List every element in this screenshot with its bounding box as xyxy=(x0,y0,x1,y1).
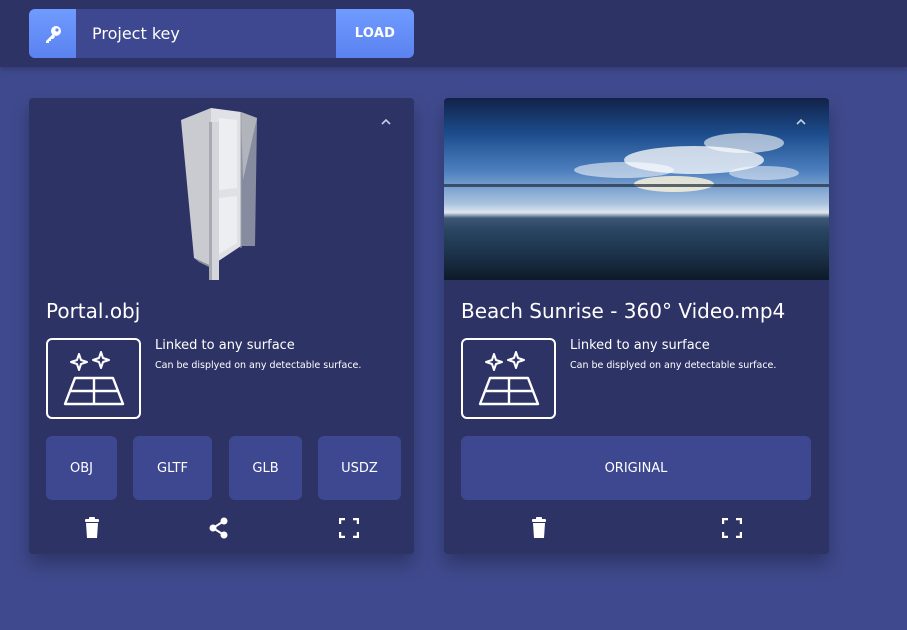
fullscreen-icon[interactable] xyxy=(338,517,360,539)
load-button[interactable]: LOAD xyxy=(336,9,414,58)
chevron-up-icon[interactable] xyxy=(379,117,393,127)
format-button-obj[interactable]: OBJ xyxy=(46,436,117,500)
fullscreen-icon[interactable] xyxy=(721,517,743,539)
surface-title: Linked to any surface xyxy=(155,338,295,353)
asset-title: Beach Sunrise - 360° Video.mp4 xyxy=(461,299,786,323)
format-button-gltf[interactable]: GLTF xyxy=(133,436,212,500)
format-button-original[interactable]: ORIGINAL xyxy=(461,436,811,500)
portal-model-image xyxy=(181,108,257,280)
trash-icon[interactable] xyxy=(528,517,550,539)
top-bar: LOAD xyxy=(0,0,907,67)
format-button-glb[interactable]: GLB xyxy=(229,436,302,500)
surface-grid-icon xyxy=(478,350,539,405)
surface-badge xyxy=(461,338,556,419)
project-key-input[interactable] xyxy=(76,9,336,58)
surface-badge xyxy=(46,338,141,419)
surface-title: Linked to any surface xyxy=(570,338,710,353)
key-icon xyxy=(29,9,76,58)
asset-card-beach: Beach Sunrise - 360° Video.mp4 Linked to… xyxy=(444,98,829,554)
surface-description: Can be displyed on any detectable surfac… xyxy=(570,360,777,371)
share-icon[interactable] xyxy=(208,517,230,539)
model-preview[interactable] xyxy=(29,98,414,280)
beach-clouds xyxy=(444,133,829,192)
video-preview[interactable] xyxy=(444,98,829,280)
project-key-form: LOAD xyxy=(29,9,414,58)
format-button-usdz[interactable]: USDZ xyxy=(318,436,401,500)
asset-card-portal: Portal.obj Linked to any surface Can be … xyxy=(29,98,414,554)
trash-icon[interactable] xyxy=(81,517,103,539)
asset-title: Portal.obj xyxy=(46,299,141,323)
surface-grid-icon xyxy=(63,350,124,405)
chevron-up-icon[interactable] xyxy=(794,117,808,127)
surface-description: Can be displyed on any detectable surfac… xyxy=(155,360,362,371)
